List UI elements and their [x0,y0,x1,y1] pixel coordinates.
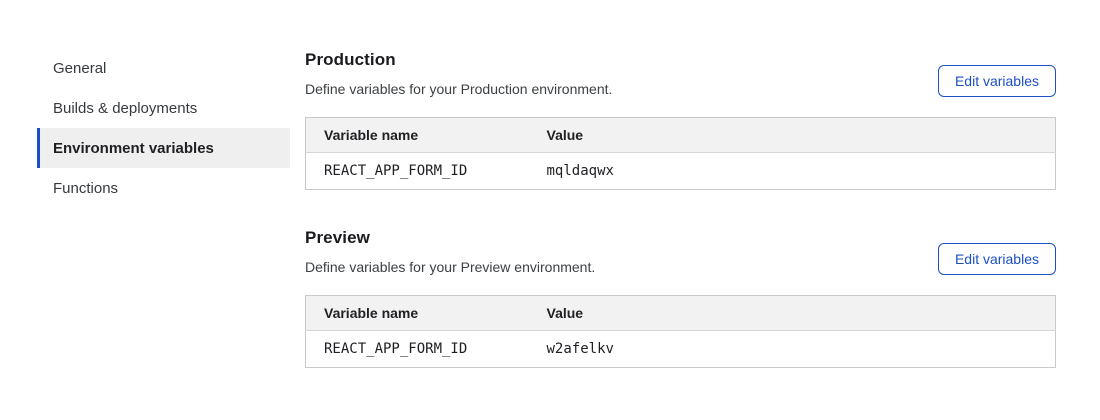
environment-variables-settings-page: General Builds & deployments Environment… [0,0,1100,368]
variable-value-cell: w2afelkv [529,331,1056,368]
production-section-description: Define variables for your Production env… [305,81,612,97]
table-header-row: Variable name Value [306,118,1056,153]
production-variables-table: Variable name Value REACT_APP_FORM_ID mq… [305,117,1056,190]
preview-section-header: Preview Define variables for your Previe… [305,228,1056,275]
preview-section: Preview Define variables for your Previe… [305,228,1056,368]
variable-value-cell: mqldaqwx [529,153,1056,190]
sidebar-item-general[interactable]: General [37,48,290,88]
column-header-variable-name: Variable name [306,296,529,331]
column-header-value: Value [529,296,1056,331]
column-header-variable-name: Variable name [306,118,529,153]
column-header-value: Value [529,118,1056,153]
settings-content: Production Define variables for your Pro… [305,48,1056,368]
edit-variables-button-preview[interactable]: Edit variables [938,243,1056,275]
table-header-row: Variable name Value [306,296,1056,331]
variable-name-cell: REACT_APP_FORM_ID [306,153,529,190]
production-section-title: Production [305,50,612,70]
sidebar-item-functions[interactable]: Functions [37,168,290,208]
table-row: REACT_APP_FORM_ID w2afelkv [306,331,1056,368]
production-section: Production Define variables for your Pro… [305,50,1056,190]
preview-section-description: Define variables for your Preview enviro… [305,259,595,275]
sidebar-item-builds-deployments[interactable]: Builds & deployments [37,88,290,128]
edit-variables-button-production[interactable]: Edit variables [938,65,1056,97]
table-row: REACT_APP_FORM_ID mqldaqwx [306,153,1056,190]
variable-name-cell: REACT_APP_FORM_ID [306,331,529,368]
production-section-header: Production Define variables for your Pro… [305,50,1056,97]
preview-variables-table: Variable name Value REACT_APP_FORM_ID w2… [305,295,1056,368]
preview-section-title: Preview [305,228,595,248]
settings-sidebar: General Builds & deployments Environment… [37,48,290,368]
sidebar-item-environment-variables[interactable]: Environment variables [37,128,290,168]
